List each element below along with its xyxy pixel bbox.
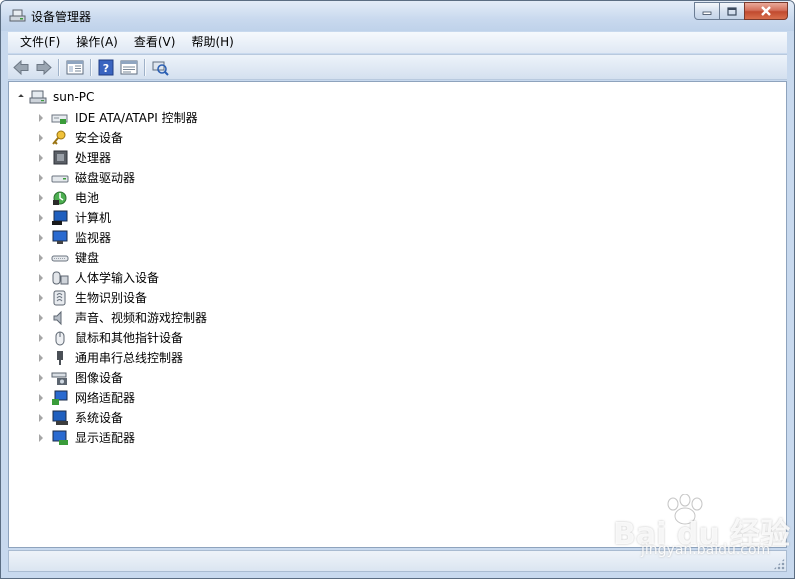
- menu-file[interactable]: 文件(F): [12, 32, 68, 53]
- tree-item-batteries[interactable]: 电池: [39, 188, 207, 208]
- toolbar-separator: [58, 59, 60, 76]
- device-tree-pane[interactable]: sun-PC IDE ATA/ATAPI 控制器 安全设备 处理器 磁盘驱动器 …: [8, 81, 787, 548]
- expand-arrow-icon[interactable]: [39, 114, 43, 122]
- toolbar-separator: [90, 59, 92, 76]
- tree-item-hid[interactable]: 人体学输入设备: [39, 268, 207, 288]
- collapse-arrow-icon[interactable]: [18, 94, 24, 100]
- toolbar: ?: [8, 54, 787, 80]
- tree-root-label: sun-PC: [53, 90, 95, 104]
- menu-bar: 文件(F) 操作(A) 查看(V) 帮助(H): [8, 32, 787, 53]
- window-title: 设备管理器: [31, 10, 92, 24]
- expand-arrow-icon[interactable]: [39, 154, 43, 162]
- tree-item-network-adapters[interactable]: 网络适配器: [39, 388, 207, 408]
- watermark-url: jingyan.baidu.com: [641, 542, 771, 558]
- tree-item-computer[interactable]: 计算机: [39, 208, 207, 228]
- tree-item-usb[interactable]: 通用串行总线控制器: [39, 348, 207, 368]
- tree-item-display-adapters[interactable]: 显示适配器: [39, 428, 207, 448]
- usb-icon: [57, 351, 63, 365]
- maximize-button[interactable]: [719, 2, 745, 20]
- network-adapter-icon: [52, 390, 68, 405]
- expand-arrow-icon[interactable]: [39, 434, 43, 442]
- tree-root-node[interactable]: sun-PC: [18, 88, 95, 106]
- close-icon: [761, 6, 771, 16]
- menu-view[interactable]: 查看(V): [126, 32, 184, 53]
- expand-arrow-icon[interactable]: [39, 334, 43, 342]
- expand-arrow-icon[interactable]: [39, 274, 43, 282]
- expand-arrow-icon[interactable]: [39, 374, 43, 382]
- minimize-button[interactable]: [694, 2, 720, 20]
- biometric-icon: [53, 290, 66, 306]
- help-icon[interactable]: ?: [97, 59, 115, 76]
- mouse-icon: [55, 331, 65, 346]
- tree-item-sound-video-game[interactable]: 声音、视频和游戏控制器: [39, 308, 207, 328]
- expand-arrow-icon[interactable]: [39, 134, 43, 142]
- svg-text:?: ?: [103, 62, 109, 75]
- expand-arrow-icon[interactable]: [39, 174, 43, 182]
- processor-icon: [53, 150, 68, 165]
- expand-arrow-icon[interactable]: [39, 354, 43, 362]
- tree-item-ide-controller[interactable]: IDE ATA/ATAPI 控制器: [39, 108, 207, 128]
- minimize-icon: [702, 11, 712, 15]
- computer-root-icon: [29, 90, 47, 104]
- show-hide-console-tree-icon[interactable]: [66, 59, 84, 76]
- tree-item-monitors[interactable]: 监视器: [39, 228, 207, 248]
- tree-item-mice[interactable]: 鼠标和其他指针设备: [39, 328, 207, 348]
- tree-item-disk-drives[interactable]: 磁盘驱动器: [39, 168, 207, 188]
- system-device-icon: [52, 410, 68, 425]
- device-category-list: IDE ATA/ATAPI 控制器 安全设备 处理器 磁盘驱动器 电池 计算机 …: [39, 108, 207, 448]
- disk-drive-icon: [51, 175, 69, 183]
- tree-item-imaging[interactable]: 图像设备: [39, 368, 207, 388]
- security-device-icon: [52, 130, 66, 145]
- tree-item-system-devices[interactable]: 系统设备: [39, 408, 207, 428]
- expand-arrow-icon[interactable]: [39, 234, 43, 242]
- expand-arrow-icon[interactable]: [39, 414, 43, 422]
- expand-arrow-icon[interactable]: [39, 394, 43, 402]
- ide-controller-icon: [51, 114, 68, 124]
- tree-item-processors[interactable]: 处理器: [39, 148, 207, 168]
- device-manager-app-icon: [9, 9, 26, 22]
- title-bar[interactable]: 设备管理器: [1, 1, 794, 31]
- keyboard-icon: [51, 255, 69, 262]
- properties-icon[interactable]: [120, 59, 138, 76]
- back-icon[interactable]: [12, 59, 30, 76]
- scan-hardware-icon[interactable]: [151, 59, 169, 76]
- resize-grip[interactable]: [773, 558, 785, 570]
- expand-arrow-icon[interactable]: [39, 214, 43, 222]
- tree-item-keyboards[interactable]: 键盘: [39, 248, 207, 268]
- hid-icon: [52, 271, 69, 285]
- imaging-device-icon: [51, 372, 67, 385]
- expand-arrow-icon[interactable]: [39, 254, 43, 262]
- display-adapter-icon: [52, 430, 68, 445]
- close-button[interactable]: [744, 2, 788, 20]
- tree-item-security-devices[interactable]: 安全设备: [39, 128, 207, 148]
- monitor-icon: [52, 230, 68, 244]
- battery-icon: [53, 191, 67, 205]
- menu-help[interactable]: 帮助(H): [183, 32, 241, 53]
- caption-buttons: [694, 2, 788, 21]
- menu-action[interactable]: 操作(A): [68, 32, 126, 53]
- device-manager-window: 设备管理器 文件(F) 操作(A) 查看(V) 帮助(H) ? sun-PC I…: [0, 0, 795, 579]
- maximize-icon: [727, 6, 737, 16]
- computer-icon: [52, 210, 68, 225]
- expand-arrow-icon[interactable]: [39, 294, 43, 302]
- toolbar-separator: [144, 59, 146, 76]
- sound-icon: [53, 310, 62, 326]
- expand-arrow-icon[interactable]: [39, 314, 43, 322]
- forward-icon[interactable]: [35, 59, 53, 76]
- expand-arrow-icon[interactable]: [39, 194, 43, 202]
- tree-item-biometric[interactable]: 生物识别设备: [39, 288, 207, 308]
